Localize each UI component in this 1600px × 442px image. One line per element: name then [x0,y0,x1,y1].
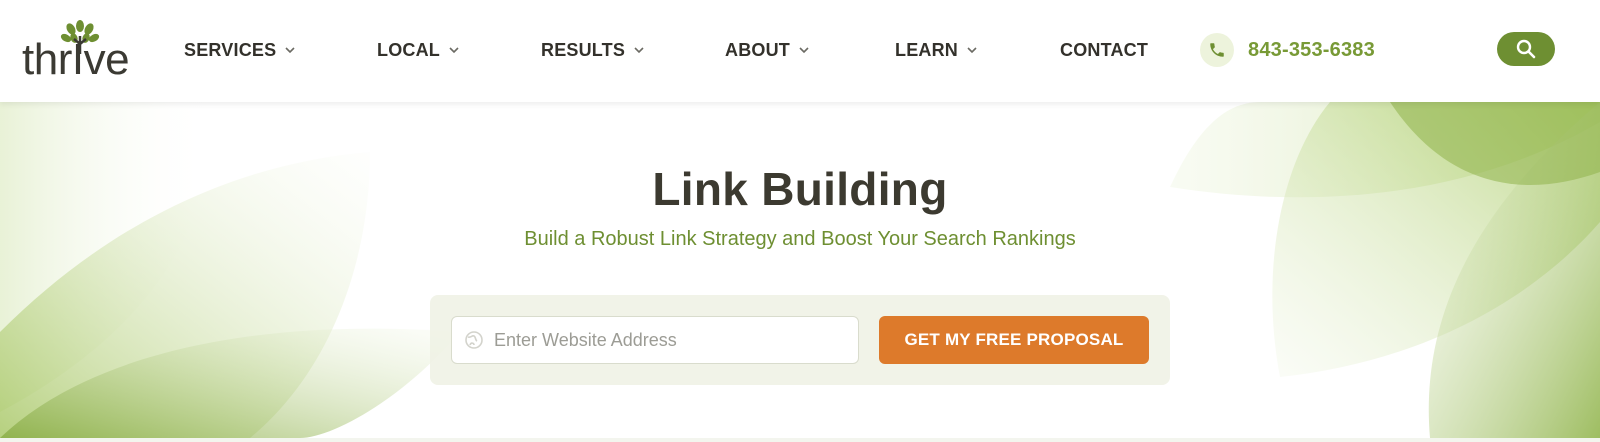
phone-link[interactable]: 843-353-6383 [1200,32,1375,68]
search-button[interactable] [1497,32,1555,66]
section-divider [0,438,1600,442]
nav-label: CONTACT [1060,39,1149,60]
nav-contact[interactable]: CONTACT [1060,38,1148,62]
nav-about[interactable]: ABOUT [725,38,810,62]
website-field[interactable] [451,316,859,364]
leaf-background [0,102,1600,438]
nav-label: LOCAL [377,39,440,60]
chevron-down-icon [449,47,459,54]
chevron-down-icon [285,47,295,54]
nav-local[interactable]: LOCAL [377,38,460,62]
page-title: Link Building [652,163,948,215]
page-subtitle: Build a Robust Link Strategy and Boost Y… [524,228,1076,250]
get-proposal-button[interactable]: GET MY FREE PROPOSAL [879,316,1149,364]
nav-label: LEARN [895,39,958,60]
search-icon [1516,39,1536,59]
website-input[interactable] [494,318,834,362]
phone-icon [1200,33,1234,67]
nav-label: SERVICES [184,39,277,60]
nav-label: RESULTS [541,39,626,60]
nav-results[interactable]: RESULTS [541,38,645,62]
chevron-down-icon [967,47,977,54]
phone-number: 843-353-6383 [1248,38,1375,61]
logo-wordmark: thrIve [22,35,130,84]
hero-section: Link Building Build a Robust Link Strate… [0,102,1600,438]
thrive-logo[interactable]: thrIve [22,18,134,82]
nav-label: ABOUT [725,39,790,60]
chevron-down-icon [799,47,809,54]
globe-icon [465,331,483,349]
nav-services[interactable]: SERVICES [184,38,296,62]
chevron-down-icon [634,47,644,54]
site-header: thrIve SERVICES LOCAL RESULTS ABOUT LEAR… [0,0,1600,102]
nav-learn[interactable]: LEARN [895,38,978,62]
proposal-form: GET MY FREE PROPOSAL [430,295,1170,385]
